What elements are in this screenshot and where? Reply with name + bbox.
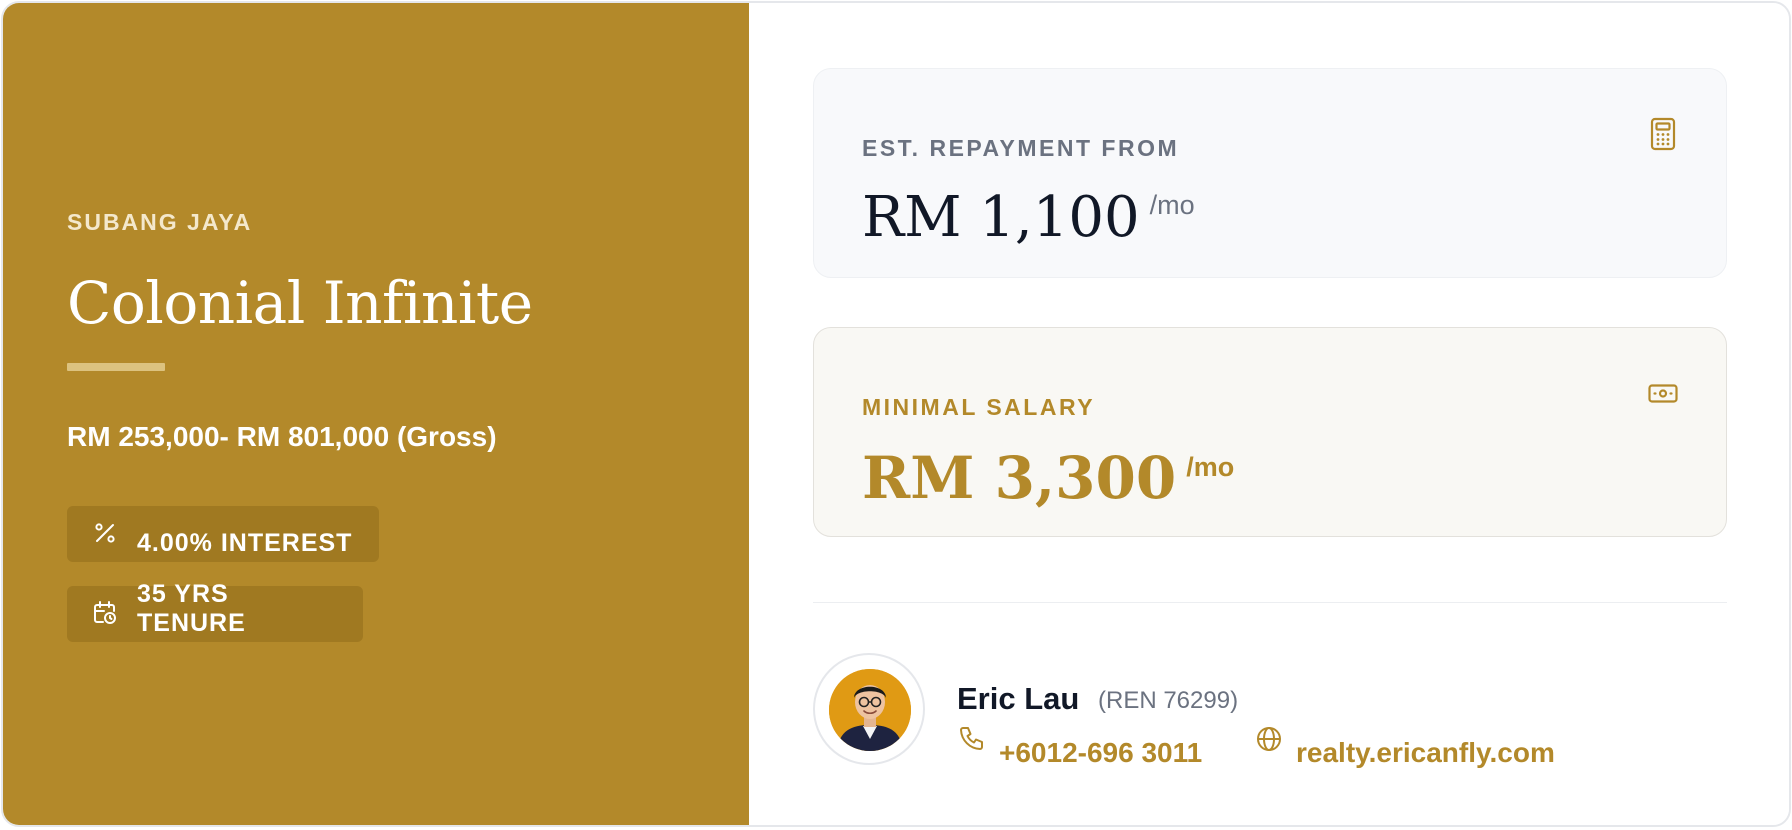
property-title: Colonial Infinite xyxy=(67,269,533,337)
salary-period: /mo xyxy=(1186,452,1235,482)
price-range: RM 253,000- RM 801,000 (Gross) xyxy=(67,421,497,452)
person-icon xyxy=(829,669,911,751)
salary-amount: RM 3,300 xyxy=(862,444,1177,512)
interest-badge: 4.00% INTEREST xyxy=(67,506,379,562)
repayment-label: EST. REPAYMENT FROM xyxy=(862,135,1180,161)
property-location: SUBANG JAYA xyxy=(67,209,253,235)
repayment-value: RM 1,100 /mo xyxy=(862,185,1195,250)
agent-website-link[interactable]: realty.ericanfly.com xyxy=(1296,737,1555,769)
salary-value: RM 3,300 /mo xyxy=(862,444,1234,512)
agent-name: Eric Lau xyxy=(957,681,1080,716)
repayment-card: EST. REPAYMENT FROM RM 1,100 /mo xyxy=(813,68,1727,278)
calendar-clock-icon xyxy=(94,601,116,624)
globe-icon xyxy=(1257,727,1281,751)
calculator-icon xyxy=(1650,117,1676,151)
agent-phone-link[interactable]: +6012-696 3011 xyxy=(999,737,1202,769)
finance-panel: EST. REPAYMENT FROM RM 1,100 /mo MINIMAL… xyxy=(749,3,1789,825)
repayment-amount: RM 1,100 xyxy=(862,185,1140,250)
property-card: SUBANG JAYA Colonial Infinite RM 253,000… xyxy=(1,1,1791,827)
title-underline xyxy=(67,363,165,371)
percent-icon xyxy=(95,523,115,543)
tenure-label: 35 YRS TENURE xyxy=(137,580,246,637)
section-divider xyxy=(813,602,1727,603)
salary-card: MINIMAL SALARY RM 3,300 /mo xyxy=(813,327,1727,537)
phone-icon xyxy=(960,727,983,750)
tenure-badge: 35 YRS TENURE xyxy=(67,580,363,642)
agent-ren-number: (REN 76299) xyxy=(1098,687,1239,714)
agent-photo xyxy=(829,669,911,751)
interest-label: 4.00% INTEREST xyxy=(137,529,353,557)
agent-avatar xyxy=(813,653,925,765)
banknote-icon xyxy=(1648,384,1678,403)
repayment-period: /mo xyxy=(1149,190,1195,220)
property-panel: SUBANG JAYA Colonial Infinite RM 253,000… xyxy=(3,3,749,825)
salary-label: MINIMAL SALARY xyxy=(862,394,1096,420)
